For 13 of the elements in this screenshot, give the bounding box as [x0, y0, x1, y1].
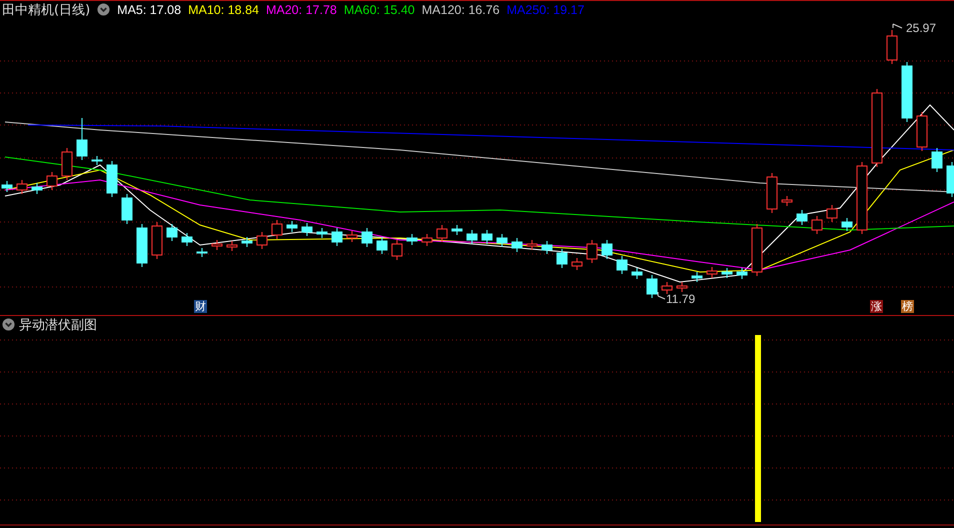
- event-badge[interactable]: 涨: [870, 300, 883, 313]
- event-badge[interactable]: 财: [194, 300, 207, 313]
- stock-title: 田中精机(日线): [2, 2, 90, 18]
- moving-average-value: MA10: 18.84: [188, 2, 259, 16]
- moving-average-value: MA5: 17.08: [117, 2, 182, 16]
- event-badge[interactable]: 榜: [901, 300, 914, 313]
- moving-average-value: MA20: 17.78: [266, 2, 337, 16]
- dropdown-icon[interactable]: [97, 3, 110, 16]
- moving-average-value: MA60: 15.40: [344, 2, 415, 16]
- dropdown-icon[interactable]: [2, 318, 15, 331]
- moving-average-value: MA250: 19.17: [506, 2, 584, 16]
- moving-average-value: MA120: 16.76: [422, 2, 500, 16]
- sub-chart-title: 异动潜伏副图: [19, 316, 97, 334]
